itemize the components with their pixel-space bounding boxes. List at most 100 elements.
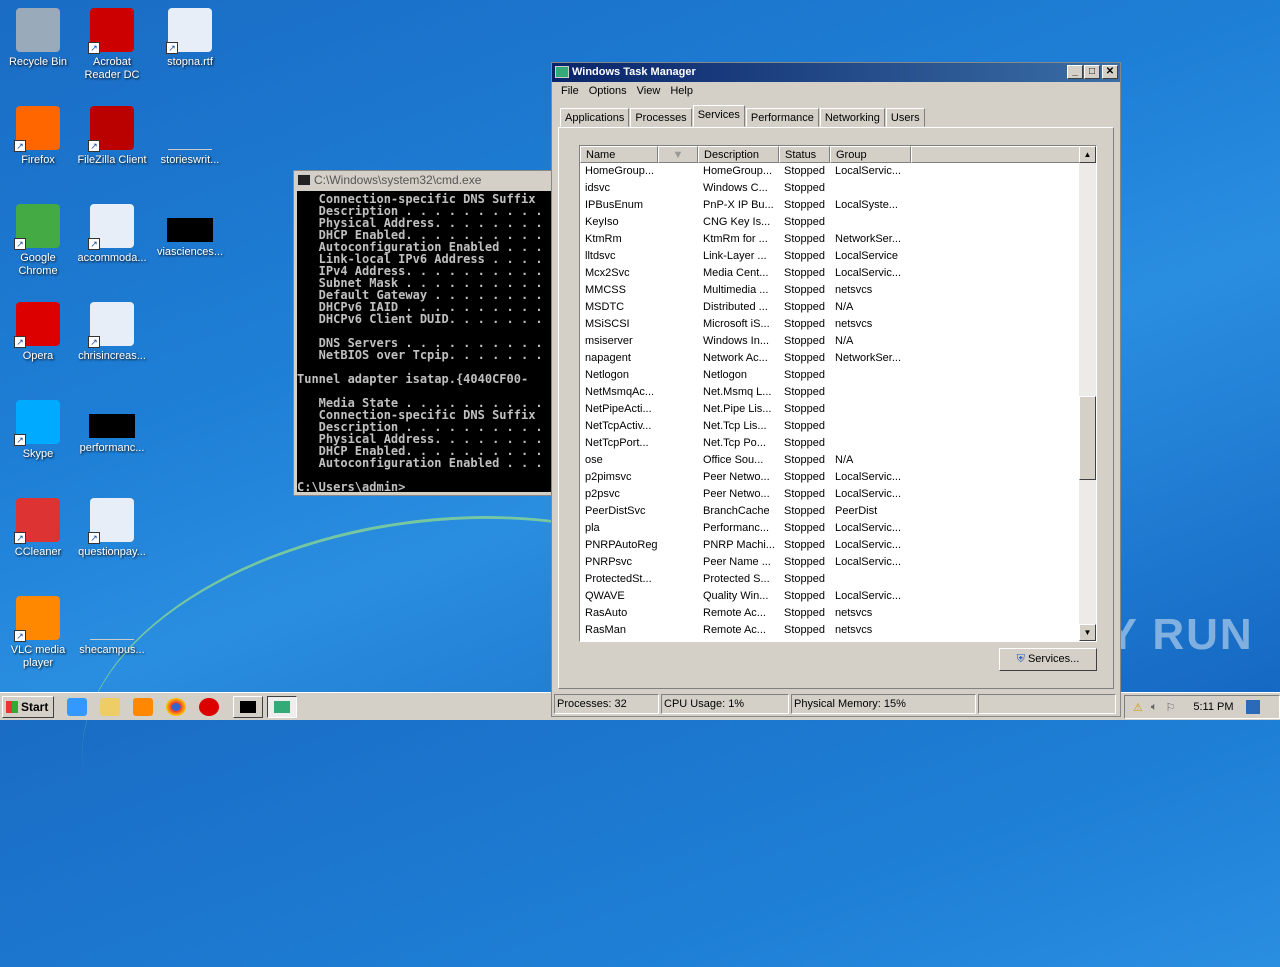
cell-name: PNRPAutoReg [585,539,658,551]
tab-applications[interactable]: Applications [560,108,630,127]
desktop-icon[interactable]: ↗ FileZilla Client [74,102,150,167]
taskbar-taskmgr-button[interactable] [267,695,297,718]
desktop-icon-label: Opera [22,350,54,362]
table-row[interactable]: p2pimsvc Peer Netwo... Stopped LocalServic.… [580,469,1096,486]
column-header-group[interactable]: Group [830,146,911,163]
volume-icon[interactable]: 🔈︎ [1151,701,1158,714]
desktop-icon[interactable]: ↗ VLC media player [0,592,76,670]
opera-icon[interactable] [199,697,219,716]
table-row[interactable]: MSDTC Distributed ... Stopped N/A [580,299,1096,316]
shortcut-arrow-icon: ↗ [88,140,100,152]
cell-name: ose [585,454,603,466]
desktop-icon[interactable]: ↗ chrisincreas... [74,298,150,363]
desktop-icon[interactable]: storieswrit... [152,102,228,167]
shortcut-arrow-icon: ↗ [14,140,26,152]
table-row[interactable]: RasAuto Remote Ac... Stopped netsvcs [580,605,1096,622]
services-panel: Name ▼ Description Status Group HomeGrou… [558,127,1114,689]
column-header-status[interactable]: Status [779,146,830,163]
task-manager-title-bar[interactable]: Windows Task Manager _ □ ✕ [552,63,1120,82]
desktop-icon[interactable]: shecampus... [74,592,150,657]
table-row[interactable]: Mcx2Svc Media Cent... Stopped LocalServic..… [580,265,1096,282]
table-row[interactable]: NetPipeActi... Net.Pipe Lis... Stopped [580,401,1096,418]
column-header-name[interactable]: Name [580,146,658,163]
tab-users[interactable]: Users [885,108,925,127]
menu-file[interactable]: File [556,85,584,97]
clock[interactable]: 5:11 PM [1193,701,1233,713]
table-row[interactable]: NetMsmqAc... Net.Msmq L... Stopped [580,384,1096,401]
desktop-icon[interactable]: ↗ Opera [0,298,76,363]
table-row[interactable]: lltdsvc Link-Layer ... Stopped LocalService [580,248,1096,265]
cmd-console[interactable]: Connection-specific DNS Suffix Descripti… [297,191,552,492]
start-button[interactable]: Start [2,695,54,718]
close-button[interactable]: ✕ [1102,65,1118,79]
table-row[interactable]: Netlogon Netlogon Stopped [580,367,1096,384]
desktop-icon[interactable]: performanc... [74,396,150,455]
services-button[interactable]: ⛨ Services... [999,648,1097,671]
table-row[interactable]: ose Office Sou... Stopped N/A [580,452,1096,469]
filezilla-icon: ↗ [88,106,134,152]
menu-options[interactable]: Options [584,85,632,97]
desktop-icon[interactable]: ↗ stopna.rtf [152,4,228,69]
task-manager-window[interactable]: Windows Task Manager _ □ ✕ File Options Vi… [551,62,1121,717]
desktop-icon[interactable]: viasciences... [152,200,228,259]
desktop-icon[interactable]: ↗ Google Chrome [0,200,76,278]
scroll-up-button[interactable]: ▲ [1079,146,1096,163]
table-row[interactable]: NetTcpActiv... Net.Tcp Lis... Stopped [580,418,1096,435]
desktop-icon[interactable]: Recycle Bin [0,4,76,69]
table-row[interactable]: PNRPsvc Peer Name ... Stopped LocalServic..… [580,554,1096,571]
maximize-button[interactable]: □ [1084,65,1100,79]
table-row[interactable]: msiserver Windows In... Stopped N/A [580,333,1096,350]
action-center-flag-icon[interactable]: ⚐ [1165,701,1175,714]
media-player-icon[interactable] [133,697,153,716]
minimize-button[interactable]: _ [1067,65,1083,79]
sort-arrow-icon[interactable]: ▼ [658,146,698,163]
column-header-description[interactable]: Description [698,146,779,163]
table-row[interactable]: napagent Network Ac... Stopped NetworkSer..… [580,350,1096,367]
cmd-window[interactable]: C:\Windows\system32\cmd.exe Connection-s… [293,170,553,496]
desktop-icon[interactable]: ↗ Firefox [0,102,76,167]
explorer-icon[interactable] [100,697,120,716]
scroll-thumb[interactable] [1079,396,1096,480]
shortcut-arrow-icon: ↗ [88,532,100,544]
tab-processes[interactable]: Processes [630,108,692,127]
desktop-icon-label: Acrobat Reader DC [84,56,140,81]
cell-status: Stopped [784,216,825,228]
cmd-title-bar[interactable]: C:\Windows\system32\cmd.exe [294,171,552,190]
scroll-down-button[interactable]: ▼ [1079,624,1096,641]
taskbar-cmd-button[interactable] [233,695,263,718]
table-row[interactable]: pla Performanc... Stopped LocalServic... [580,520,1096,537]
table-row[interactable]: QWAVE Quality Win... Stopped LocalServic... [580,588,1096,605]
menu-view[interactable]: View [632,85,666,97]
cell-status: Stopped [784,420,825,432]
menu-help[interactable]: Help [665,85,698,97]
desktop-icon[interactable]: ↗ Skype [0,396,76,461]
desktop-icon[interactable]: ↗ Acrobat Reader DC [74,4,150,82]
table-row[interactable]: MMCSS Multimedia ... Stopped netsvcs [580,282,1096,299]
table-row[interactable]: HomeGroup... HomeGroup... Stopped LocalServ… [580,163,1096,180]
table-row[interactable]: NetTcpPort... Net.Tcp Po... Stopped [580,435,1096,452]
chrome-icon[interactable] [166,697,186,716]
tab-networking[interactable]: Networking [819,108,885,127]
table-row[interactable]: IPBusEnum PnP-X IP Bu... Stopped LocalSyste… [580,197,1096,214]
table-row[interactable]: MSiSCSI Microsoft iS... Stopped netsvcs [580,316,1096,333]
desktop-icon[interactable]: ↗ questionpay... [74,494,150,559]
vertical-scrollbar[interactable]: ▲ ▼ [1079,146,1096,641]
ie-icon[interactable] [67,697,87,716]
table-row[interactable]: KtmRm KtmRm for ... Stopped NetworkSer... [580,231,1096,248]
table-row[interactable]: PeerDistSvc BranchCache Stopped PeerDist [580,503,1096,520]
desktop-icon[interactable]: ↗ CCleaner [0,494,76,559]
tab-services[interactable]: Services [692,105,745,127]
tab-performance[interactable]: Performance [745,108,819,127]
table-row[interactable]: p2psvc Peer Netwo... Stopped LocalServic... [580,486,1096,503]
table-row[interactable]: PNRPAutoReg PNRP Machi... Stopped LocalServ… [580,537,1096,554]
desktop-icon[interactable]: ↗ accommoda... [74,200,150,265]
table-row[interactable]: KeyIso CNG Key Is... Stopped [580,214,1096,231]
word-doc-icon: ↗ [88,204,134,250]
table-row[interactable]: RasMan Remote Ac... Stopped netsvcs [580,622,1096,639]
cell-description: Performanc... [703,522,770,534]
table-row[interactable]: ProtectedSt... Protected S... Stopped [580,571,1096,588]
table-row[interactable]: idsvc Windows C... Stopped [580,180,1096,197]
show-desktop-button[interactable] [1245,700,1260,714]
services-list[interactable]: Name ▼ Description Status Group HomeGrou… [579,145,1097,642]
network-warning-icon[interactable]: ⚠ [1133,701,1143,714]
